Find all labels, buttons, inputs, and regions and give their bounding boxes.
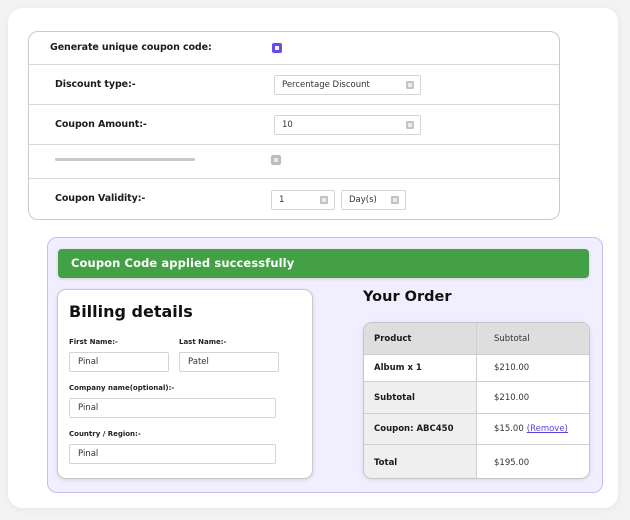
country-input[interactable]: Pinal (69, 444, 276, 464)
billing-details-card: Billing details First Name:- Pinal Last … (57, 289, 313, 479)
coupon-amount-label: Coupon Amount:- (55, 119, 147, 130)
row-label: Total (364, 445, 477, 478)
dropdown-icon (391, 196, 399, 204)
row-value: $15.00 (494, 424, 524, 434)
checkout-panel: Coupon Code applied successfully Billing… (47, 237, 603, 493)
last-name-input[interactable]: Patel (179, 352, 279, 372)
validity-value: 1 (279, 195, 285, 205)
discount-type-select[interactable]: Percentage Discount (274, 75, 421, 95)
table-row: Total $195.00 (364, 445, 589, 478)
stepper-icon (320, 196, 328, 204)
row-value: $195.00 (494, 457, 530, 468)
coupon-validity-label: Coupon Validity:- (55, 193, 146, 204)
last-name-label: Last Name:- (179, 338, 227, 346)
validity-unit: Day(s) (349, 195, 377, 205)
dropdown-icon (406, 81, 414, 89)
first-name-label: First Name:- (69, 338, 118, 346)
first-name-input[interactable]: Pinal (69, 352, 169, 372)
validity-unit-select[interactable]: Day(s) (341, 190, 406, 210)
coupon-amount-value: 10 (282, 120, 293, 130)
label-placeholder-bar (55, 158, 195, 161)
header-subtotal: Subtotal (494, 333, 530, 344)
coupon-validity-row: Coupon Validity:- 1 Day(s) (29, 179, 559, 219)
row-label: Coupon: ABC450 (364, 414, 477, 444)
billing-title: Billing details (69, 302, 193, 321)
unlabeled-checkbox[interactable] (271, 155, 281, 165)
unlabeled-row (29, 145, 559, 179)
success-banner: Coupon Code applied successfully (58, 249, 589, 278)
table-header-row: Product Subtotal (364, 323, 589, 355)
validity-value-input[interactable]: 1 (271, 190, 335, 210)
row-value: $210.00 (494, 363, 530, 373)
table-row: Subtotal $210.00 (364, 382, 589, 414)
row-label: Album x 1 (364, 355, 477, 381)
company-input[interactable]: Pinal (69, 398, 276, 418)
row-value: $210.00 (494, 392, 530, 403)
remove-coupon-link[interactable]: (Remove) (527, 424, 568, 434)
company-label: Company name(optional):- (69, 384, 175, 392)
coupon-value-cell: $15.00 (Remove) (477, 414, 589, 444)
table-row: Album x 1 $210.00 (364, 355, 589, 382)
generate-unique-label: Generate unique coupon code: (50, 42, 212, 53)
order-title: Your Order (363, 289, 452, 305)
table-row: Coupon: ABC450 $15.00 (Remove) (364, 414, 589, 445)
row-label: Subtotal (364, 382, 477, 413)
discount-type-row: Discount type:- Percentage Discount (29, 65, 559, 105)
header-product: Product (364, 323, 477, 354)
order-table: Product Subtotal Album x 1 $210.00 Subto… (363, 322, 590, 479)
discount-type-value: Percentage Discount (282, 80, 370, 90)
stepper-icon (406, 121, 414, 129)
coupon-amount-input[interactable]: 10 (274, 115, 421, 135)
discount-type-label: Discount type:- (55, 79, 136, 90)
country-label: Country / Region:- (69, 430, 141, 438)
coupon-settings-card: Generate unique coupon code: Discount ty… (28, 31, 560, 220)
generate-unique-row: Generate unique coupon code: (29, 32, 559, 65)
coupon-amount-row: Coupon Amount:- 10 (29, 105, 559, 145)
generate-unique-checkbox[interactable] (272, 43, 282, 53)
